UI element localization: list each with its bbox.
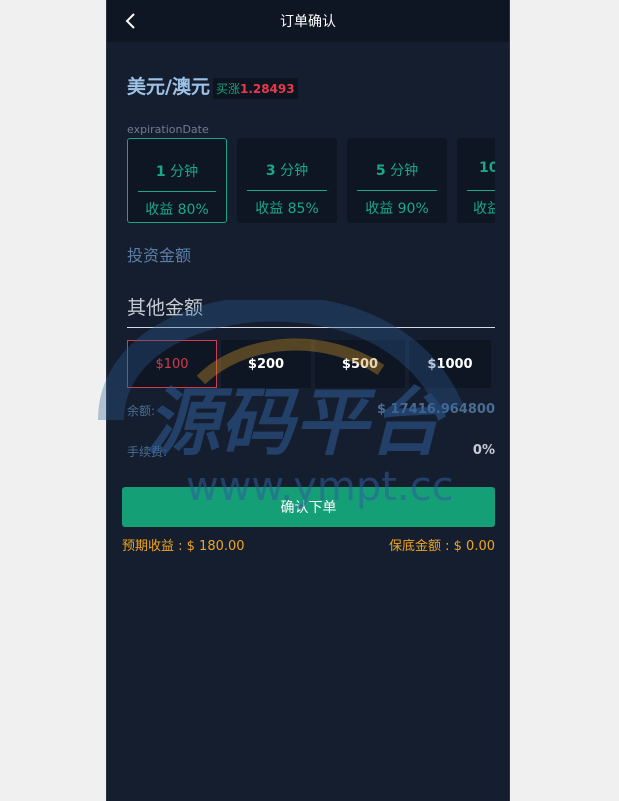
- duration-number: 5: [375, 163, 386, 179]
- amount-option-500[interactable]: $500: [315, 340, 405, 388]
- balance-label: 余额:: [127, 404, 156, 418]
- direction-label: 买涨: [215, 82, 240, 96]
- phone-screen: 订单确认 美元/澳元 买涨1.28493 expirationDate 1 分钟…: [106, 0, 510, 801]
- balance-value: $ 17416.964800: [376, 402, 495, 417]
- expected-profit: 预期收益 : $ 180.00: [122, 539, 245, 554]
- duration-number: 3: [265, 163, 276, 179]
- card-divider: [467, 190, 495, 191]
- card-divider: [138, 191, 216, 192]
- duration-unit: 分钟: [390, 163, 419, 179]
- pair-info: 美元/澳元 买涨1.28493: [127, 72, 298, 99]
- pair-name: 美元/澳元: [127, 76, 210, 98]
- duration-unit: 分钟: [170, 164, 199, 180]
- summary-row: 预期收益 : $ 180.00 保底金额 : $ 0.00: [122, 535, 495, 554]
- profit-rate: 收益 90%: [365, 201, 429, 217]
- duration-unit: 分钟: [280, 163, 309, 179]
- expiration-options: 1 分钟 收益 80% 3 分钟 收益 85% 5 分钟 收益 90% 10 收…: [127, 138, 495, 224]
- back-arrow-icon[interactable]: [121, 11, 141, 31]
- expiration-option-5min[interactable]: 5 分钟 收益 90%: [347, 138, 447, 223]
- balance-row: 余额: $ 17416.964800: [127, 402, 495, 419]
- fee-label: 手续费:: [127, 445, 168, 459]
- guaranteed-amount: 保底金额 : $ 0.00: [389, 539, 495, 554]
- page-title: 订单确认: [280, 14, 336, 30]
- profit-rate: 收益: [473, 201, 495, 217]
- confirm-order-button[interactable]: 确认下单: [122, 487, 495, 527]
- amount-options: $100 $200 $500 $1000: [127, 340, 495, 388]
- expiration-option-1min[interactable]: 1 分钟 收益 80%: [127, 138, 227, 223]
- duration-number: 1: [155, 164, 166, 180]
- duration-number: 10: [479, 160, 495, 176]
- other-amount-input[interactable]: 其他金额: [127, 290, 495, 328]
- expiration-option-3min[interactable]: 3 分钟 收益 85%: [237, 138, 337, 223]
- fee-value: 0%: [472, 443, 495, 458]
- top-bar: 订单确认: [107, 0, 509, 42]
- card-divider: [247, 190, 327, 191]
- amount-option-1000[interactable]: $1000: [409, 340, 491, 388]
- profit-rate: 收益 80%: [145, 202, 209, 218]
- direction-badge: 买涨1.28493: [212, 78, 298, 99]
- current-price: 1.28493: [239, 82, 295, 96]
- card-divider: [357, 190, 437, 191]
- expiration-option-10min[interactable]: 10 收益: [457, 138, 495, 223]
- fee-row: 手续费: 0%: [127, 443, 495, 460]
- investment-label: 投资金额: [127, 246, 192, 265]
- profit-rate: 收益 85%: [255, 201, 319, 217]
- amount-option-100[interactable]: $100: [127, 340, 217, 388]
- expiration-label: expirationDate: [127, 123, 209, 136]
- amount-option-200[interactable]: $200: [221, 340, 311, 388]
